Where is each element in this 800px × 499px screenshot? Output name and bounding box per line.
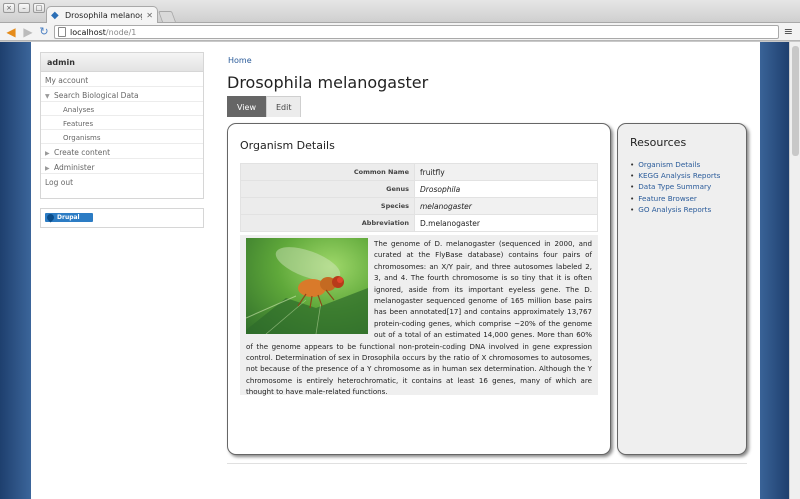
resources-heading: Resources	[630, 136, 687, 149]
menu-item-analyses[interactable]: Analyses	[41, 102, 203, 116]
table-row: Common Name fruitfly	[240, 163, 598, 181]
browser-menu-icon[interactable]: ≡	[784, 26, 793, 37]
resource-link-data-type-summary[interactable]: Data Type Summary	[630, 181, 720, 192]
organism-details-panel: Organism Details Common Name fruitfly Ge…	[227, 123, 611, 455]
resource-link-go-analysis-reports[interactable]: GO Analysis Reports	[630, 204, 720, 215]
resource-link-organism-details[interactable]: Organism Details	[630, 159, 720, 170]
species-label: Species	[240, 197, 415, 215]
table-row: Genus Drosophila	[240, 180, 598, 198]
forward-arrow-icon[interactable]: ▶	[21, 25, 35, 39]
resources-panel: Resources Organism Details KEGG Analysis…	[617, 123, 747, 455]
breadcrumb[interactable]: Home	[228, 56, 252, 65]
browser-tab[interactable]: ◆ Drosophila melanogaste ✕	[46, 6, 158, 24]
tab-close-icon[interactable]: ✕	[146, 11, 153, 20]
user-menu-block: admin My account ▼ Search Biological Data…	[40, 52, 204, 199]
genus-label: Genus	[240, 180, 415, 198]
resources-list: Organism Details KEGG Analysis Reports D…	[630, 159, 720, 215]
window-controls: × – □	[3, 3, 45, 13]
user-block-title: admin	[41, 53, 203, 72]
menu-item-log-out[interactable]: Log out	[41, 174, 203, 189]
maximize-window-icon[interactable]: □	[33, 3, 45, 13]
browser-titlebar: × – □ ◆ Drosophila melanogaste ✕	[0, 0, 800, 24]
node-tabs: View Edit	[227, 96, 302, 117]
abbreviation-value: D.melanogaster	[414, 214, 598, 232]
browser-toolbar: ◀ ▶ ↻ localhost/node/1 ≡	[0, 23, 800, 41]
content-divider	[227, 463, 747, 464]
menu-item-organisms[interactable]: Organisms	[41, 130, 203, 144]
species-value: melanogaster	[414, 197, 598, 215]
close-window-icon[interactable]: ×	[3, 3, 15, 13]
resource-link-feature-browser[interactable]: Feature Browser	[630, 193, 720, 204]
abbreviation-label: Abbreviation	[240, 214, 415, 232]
scrollbar-thumb[interactable]	[792, 46, 799, 156]
scrollbar[interactable]	[789, 42, 800, 499]
fruitfly-image	[246, 238, 368, 334]
minimize-window-icon[interactable]: –	[18, 3, 30, 13]
menu-item-my-account[interactable]: My account	[41, 72, 203, 87]
fruitfly-illustration	[246, 247, 368, 334]
drupal-drop-icon	[45, 212, 56, 223]
powered-by-block: Drupal	[40, 208, 204, 228]
tab-view[interactable]: View	[227, 96, 266, 117]
drupal-favicon-icon: ◆	[51, 9, 59, 21]
expanded-arrow-icon: ▼	[45, 93, 50, 100]
table-row: Abbreviation D.melanogaster	[240, 214, 598, 232]
page-icon	[58, 27, 66, 37]
resource-link-kegg-analysis-reports[interactable]: KEGG Analysis Reports	[630, 170, 720, 181]
breadcrumb-home-link[interactable]: Home	[228, 56, 252, 65]
address-bar[interactable]: localhost/node/1	[54, 25, 779, 39]
organism-description: The genome of D. melanogaster (sequenced…	[240, 235, 598, 396]
page-content: admin My account ▼ Search Biological Data…	[31, 42, 760, 499]
genus-value: Drosophila	[414, 180, 598, 198]
reload-icon[interactable]: ↻	[37, 25, 51, 39]
menu-item-create-content[interactable]: ▶ Create content	[41, 144, 203, 159]
organism-info-table: Common Name fruitfly Genus Drosophila Sp…	[240, 163, 598, 232]
browser-tab-title: Drosophila melanogaste	[65, 11, 142, 20]
menu-item-features[interactable]: Features	[41, 116, 203, 130]
common-name-label: Common Name	[240, 163, 415, 181]
tab-edit[interactable]: Edit	[265, 96, 302, 117]
new-tab-button[interactable]	[157, 11, 177, 22]
common-name-value: fruitfly	[414, 163, 598, 181]
navigation-menu: My account ▼ Search Biological Data Analy…	[41, 72, 203, 189]
page-title: Drosophila melanogaster	[227, 73, 429, 92]
collapsed-arrow-icon: ▶	[45, 150, 50, 157]
menu-item-administer[interactable]: ▶ Administer	[41, 159, 203, 174]
address-url: localhost/node/1	[70, 27, 137, 37]
collapsed-arrow-icon: ▶	[45, 165, 50, 172]
back-arrow-icon[interactable]: ◀	[4, 25, 18, 39]
powered-by-drupal-badge[interactable]: Drupal	[45, 212, 93, 223]
table-row: Species melanogaster	[240, 197, 598, 215]
menu-item-search-biological-data[interactable]: ▼ Search Biological Data	[41, 87, 203, 102]
organism-details-heading: Organism Details	[240, 139, 335, 152]
